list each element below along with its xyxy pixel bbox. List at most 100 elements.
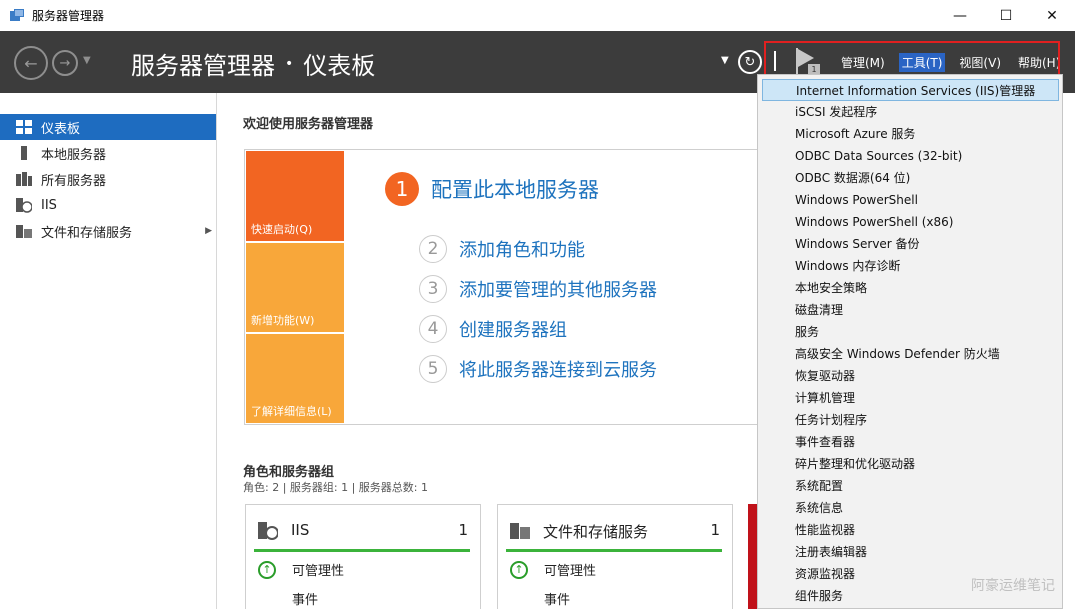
tools-menu-item[interactable]: 高级安全 Windows Defender 防火墙: [758, 343, 1062, 365]
step-number: 4: [419, 315, 447, 343]
sidebar-item-label: IIS: [41, 197, 57, 213]
header-dropdown-icon[interactable]: ▼: [721, 55, 729, 66]
step-add-roles[interactable]: 2 添加角色和功能: [419, 235, 585, 263]
step-link[interactable]: 配置此本地服务器: [431, 174, 599, 204]
tools-menu-item[interactable]: 服务: [758, 321, 1062, 343]
welcome-heading: 欢迎使用服务器管理器: [243, 117, 374, 132]
maximize-button[interactable]: ☐: [983, 0, 1029, 31]
breadcrumb-app: 服务器管理器: [131, 52, 275, 80]
step-link[interactable]: 将此服务器连接到云服务: [459, 356, 657, 382]
breadcrumb-separator: •: [285, 55, 294, 72]
back-arrow-icon[interactable]: ←: [14, 46, 48, 80]
tools-menu-item[interactable]: ODBC Data Sources (32-bit): [758, 145, 1062, 167]
status-ok-icon: ↑: [258, 560, 276, 579]
step-link[interactable]: 添加要管理的其他服务器: [459, 276, 657, 302]
annotation-highlight-box: [764, 41, 1060, 77]
tools-menu-item[interactable]: Windows PowerShell (x86): [758, 211, 1062, 233]
watermark: 阿豪运维笔记: [971, 578, 1055, 594]
iis-icon: [16, 197, 33, 213]
row-label: 可管理性: [292, 564, 345, 579]
tools-menu-item[interactable]: 磁盘清理: [758, 299, 1062, 321]
status-ok-icon: ↑: [510, 560, 528, 579]
tools-menu-item[interactable]: ODBC 数据源(64 位): [758, 167, 1062, 189]
tools-menu-item[interactable]: Windows 内存诊断: [758, 255, 1062, 277]
forward-arrow-icon[interactable]: →: [52, 50, 78, 76]
sidebar-item-local-server[interactable]: 本地服务器: [0, 140, 216, 166]
tools-menu-item[interactable]: 事件查看器: [758, 431, 1062, 453]
tile-label: 新增功能(W): [251, 314, 315, 327]
sidebar-item-label: 所有服务器: [41, 173, 107, 189]
manageability-row[interactable]: ↑ 可管理性: [258, 560, 344, 579]
sidebar-item-label: 文件和存储服务: [41, 225, 133, 241]
row-label: 可管理性: [544, 564, 597, 579]
sidebar-item-all-servers[interactable]: 所有服务器: [0, 166, 216, 192]
sidebar-item-iis[interactable]: IIS: [0, 192, 216, 218]
row-label: 事件: [292, 593, 319, 608]
tools-menu-item[interactable]: 系统信息: [758, 497, 1062, 519]
tools-menu-item[interactable]: 计算机管理: [758, 387, 1062, 409]
breadcrumb: 服务器管理器 • 仪表板: [131, 46, 375, 81]
chevron-right-icon[interactable]: ▶: [205, 226, 212, 236]
tile-learn-more[interactable]: 了解详细信息(L): [246, 334, 344, 423]
all-servers-icon: [16, 171, 32, 187]
status-bar: [506, 549, 722, 552]
close-button[interactable]: ✕: [1029, 0, 1075, 31]
tools-menu-item[interactable]: 系统配置: [758, 475, 1062, 497]
tools-menu: Internet Information Services (IIS)管理器 i…: [757, 74, 1063, 609]
sidebar-item-label: 仪表板: [41, 121, 81, 137]
roles-heading: 角色和服务器组: [243, 465, 335, 480]
events-row[interactable]: 事件: [292, 589, 318, 608]
step-link[interactable]: 添加角色和功能: [459, 236, 585, 262]
tools-menu-item[interactable]: iSCSI 发起程序: [758, 101, 1062, 123]
roles-summary: 角色: 2 | 服务器组: 1 | 服务器总数: 1: [243, 481, 429, 494]
breadcrumb-page: 仪表板: [303, 52, 376, 80]
tools-menu-item[interactable]: Windows PowerShell: [758, 189, 1062, 211]
tile-whats-new[interactable]: 新增功能(W): [246, 243, 344, 332]
local-server-icon: [16, 145, 32, 161]
step-create-group[interactable]: 4 创建服务器组: [419, 315, 567, 343]
tools-menu-item[interactable]: Internet Information Services (IIS)管理器: [762, 79, 1059, 101]
sidebar-item-file-storage[interactable]: 文件和存储服务 ▶: [0, 218, 216, 244]
row-label: 事件: [544, 593, 571, 608]
manageability-row[interactable]: ↑ 可管理性: [510, 560, 596, 579]
card-count: 1: [710, 521, 720, 539]
card-title: 文件和存储服务: [543, 523, 649, 541]
sidebar-item-dashboard[interactable]: 仪表板: [0, 114, 216, 140]
step-connect-cloud[interactable]: 5 将此服务器连接到云服务: [419, 355, 657, 383]
history-dropdown-icon[interactable]: ▼: [83, 55, 91, 66]
window-controls: — ☐ ✕: [937, 0, 1075, 31]
tools-menu-item[interactable]: 性能监视器: [758, 519, 1062, 541]
file-storage-icon: [510, 520, 530, 540]
step-configure-local-server[interactable]: 1 配置此本地服务器: [385, 172, 599, 206]
role-card-iis[interactable]: IIS 1 ↑ 可管理性 事件: [245, 504, 481, 609]
status-bar: [254, 549, 470, 552]
step-number: 5: [419, 355, 447, 383]
sidebar: 仪表板 本地服务器 所有服务器 IIS 文件和存储服务 ▶: [0, 93, 217, 609]
tools-menu-item[interactable]: Microsoft Azure 服务: [758, 123, 1062, 145]
events-row[interactable]: 事件: [544, 589, 570, 608]
iis-icon: [258, 520, 279, 540]
tools-menu-item[interactable]: Windows Server 备份: [758, 233, 1062, 255]
tile-quick-start[interactable]: 快速启动(Q): [246, 151, 344, 241]
tile-label: 快速启动(Q): [251, 223, 313, 236]
main-content: 欢迎使用服务器管理器 快速启动(Q) 新增功能(W) 了解详细信息(L) 1 配…: [218, 93, 758, 609]
role-card-file-storage[interactable]: 文件和存储服务 1 ↑ 可管理性 事件: [497, 504, 733, 609]
tile-label: 了解详细信息(L): [251, 405, 332, 418]
step-number: 2: [419, 235, 447, 263]
refresh-icon[interactable]: ↻: [738, 50, 762, 74]
window-title: 服务器管理器: [32, 9, 105, 23]
minimize-button[interactable]: —: [937, 0, 983, 31]
step-add-servers[interactable]: 3 添加要管理的其他服务器: [419, 275, 657, 303]
title-bar: 服务器管理器 — ☐ ✕: [0, 0, 1075, 31]
tools-menu-item[interactable]: 任务计划程序: [758, 409, 1062, 431]
tools-menu-item[interactable]: 恢复驱动器: [758, 365, 1062, 387]
tools-menu-item[interactable]: 本地安全策略: [758, 277, 1062, 299]
sidebar-item-label: 本地服务器: [41, 147, 107, 163]
dashboard-icon: [16, 119, 32, 135]
tools-menu-item[interactable]: 注册表编辑器: [758, 541, 1062, 563]
tools-menu-item[interactable]: 碎片整理和优化驱动器: [758, 453, 1062, 475]
step-number: 3: [419, 275, 447, 303]
file-storage-icon: [16, 223, 32, 239]
step-link[interactable]: 创建服务器组: [459, 316, 567, 342]
quick-start-panel: 快速启动(Q) 新增功能(W) 了解详细信息(L) 1 配置此本地服务器 2 添…: [244, 149, 758, 425]
